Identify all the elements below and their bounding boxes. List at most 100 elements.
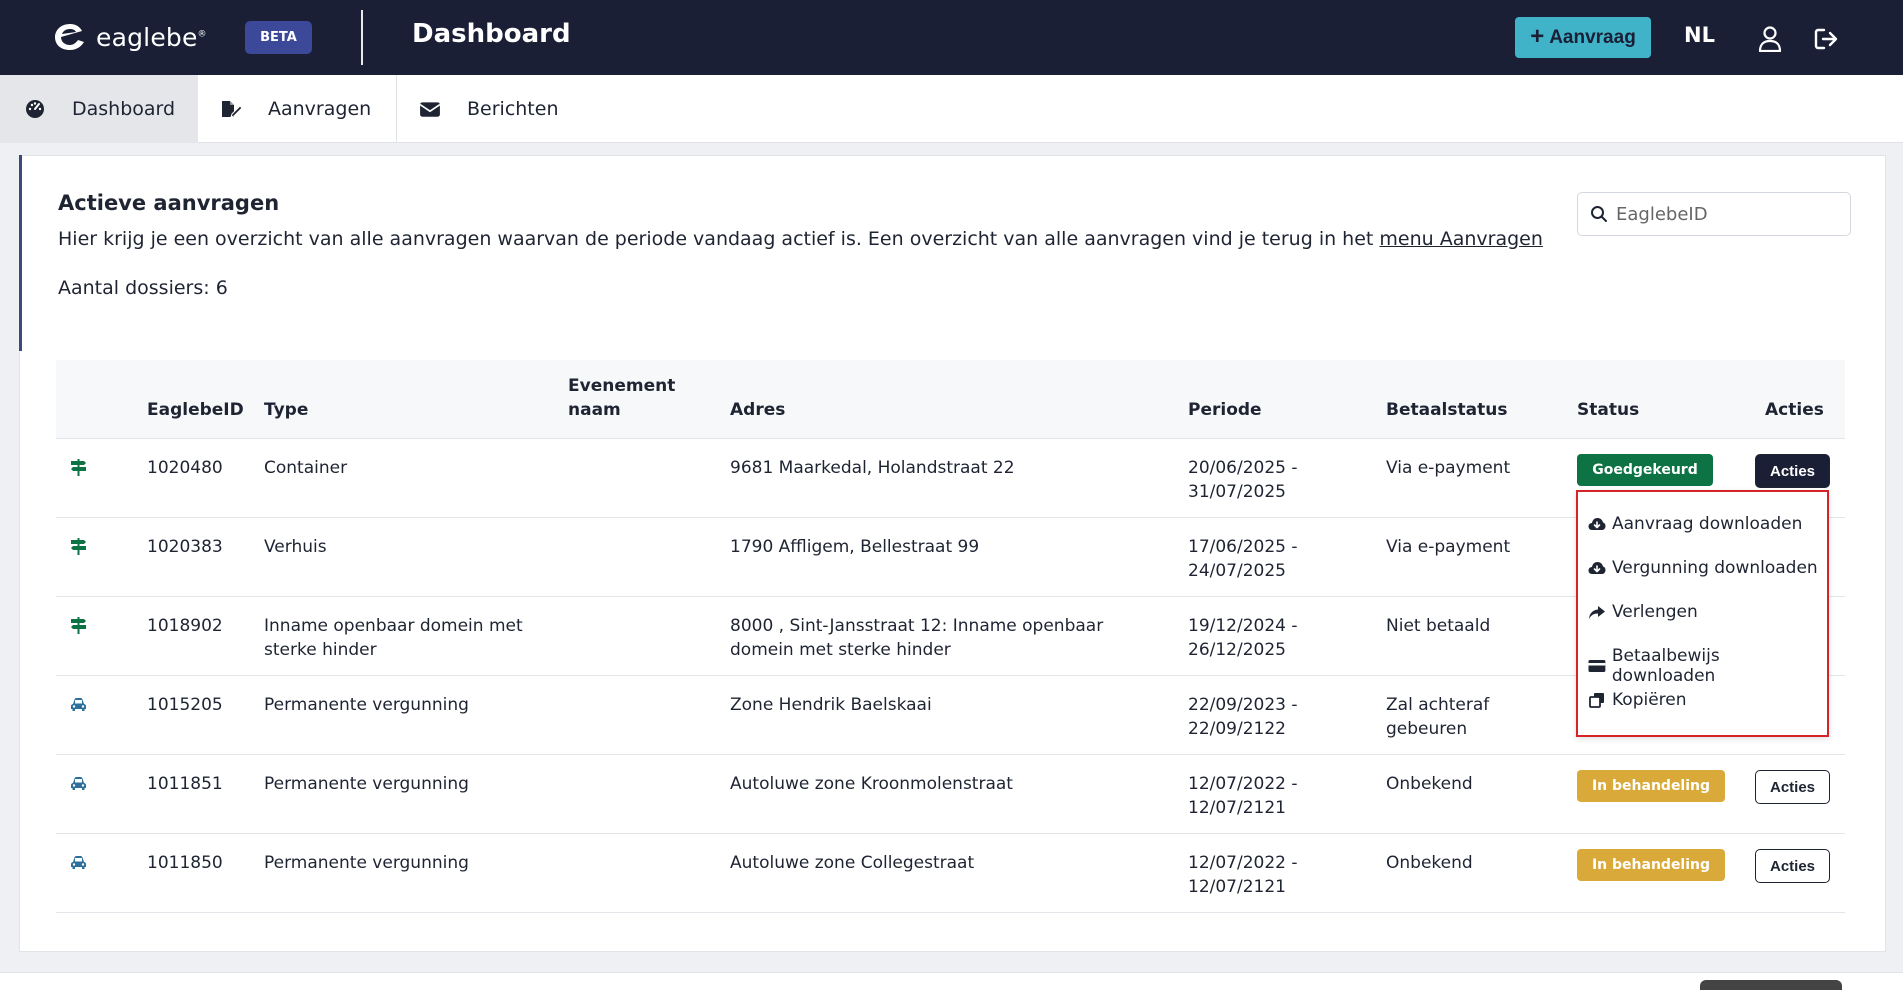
cell-period-line2: 22/09/2122: [1188, 719, 1286, 739]
menu-item-verlengen[interactable]: Verlengen: [1588, 602, 1698, 622]
table-row[interactable]: 1011851 Permanente vergunning Autoluwe zon…: [56, 755, 1845, 834]
actions-button[interactable]: Acties: [1755, 849, 1830, 883]
edit-document-icon: [222, 101, 242, 118]
actions-dropdown-menu: Aanvraag downloaden Vergunning downloade…: [1576, 490, 1829, 737]
cell-address-line1: 1790 Affligem, Bellestraat 99: [730, 537, 980, 557]
card-accent-line: [19, 155, 22, 351]
cell-type: Verhuis: [264, 535, 554, 559]
cell-payment-status: Via e-payment: [1386, 456, 1510, 480]
header-status: Status: [1577, 400, 1640, 420]
cell-period-line1: 12/07/2022 -: [1188, 774, 1298, 794]
logo-text: eaglebe: [96, 22, 198, 52]
language-switcher[interactable]: NL: [1684, 23, 1715, 47]
cell-address: 1790 Affligem, Bellestraat 99: [730, 535, 1170, 559]
tab-dashboard-label: Dashboard: [72, 98, 176, 120]
header-address: Adres: [730, 400, 786, 420]
user-profile-icon[interactable]: [1758, 26, 1782, 52]
cell-eaglebe-id: 1018902: [147, 616, 223, 636]
cell-eaglebe-id: 1011851: [147, 774, 223, 794]
header-event-name-line1: Evenement: [568, 376, 676, 396]
cell-address-line1: Autoluwe zone Collegestraat: [730, 853, 975, 873]
menu-item-betaalbewijs-downloaden[interactable]: Betaalbewijs downloaden: [1588, 646, 1827, 686]
cell-period-line1: 19/12/2024 -: [1188, 616, 1298, 636]
cell-payment-line1: Via e-payment: [1386, 537, 1511, 557]
cell-type: Container: [264, 456, 554, 480]
new-request-label: Aanvraag: [1549, 26, 1636, 48]
tab-berichten-label: Berichten: [467, 98, 559, 120]
menu-aanvragen-link[interactable]: menu Aanvragen: [1379, 228, 1543, 250]
menu-item-vergunning-downloaden[interactable]: Vergunning downloaden: [1588, 558, 1818, 578]
table-row[interactable]: 1011850 Permanente vergunning Autoluwe zon…: [56, 834, 1845, 913]
cell-eaglebe-id: 1020383: [147, 537, 223, 557]
menu-item-label: Aanvraag downloaden: [1612, 514, 1803, 534]
search-input[interactable]: [1616, 203, 1836, 225]
cell-type-line1: Permanente vergunning: [264, 695, 469, 715]
envelope-icon: [419, 102, 441, 117]
menu-item-label: Vergunning downloaden: [1612, 558, 1818, 578]
dashboard-icon: [26, 100, 44, 118]
cell-type-line1: Permanente vergunning: [264, 774, 469, 794]
cell-address-line2: domein met sterke hinder: [730, 640, 951, 660]
scroll-handle[interactable]: [1700, 980, 1842, 990]
cloud-download-icon: [1588, 518, 1606, 530]
actions-button[interactable]: Acties: [1755, 454, 1830, 488]
cell-payment-status: Niet betaald: [1386, 614, 1490, 638]
cell-payment-line1: Zal achteraf: [1386, 695, 1490, 715]
tab-berichten[interactable]: Berichten: [397, 75, 597, 143]
cell-address-line1: 9681 Maarkedal, Holandstraat 22: [730, 458, 1015, 478]
beta-badge: BETA: [245, 21, 312, 54]
search-icon: [1591, 206, 1607, 222]
cell-period: 19/12/2024 - 26/12/2025: [1188, 614, 1298, 662]
header-period: Periode: [1188, 400, 1262, 420]
cell-period-line2: 12/07/2121: [1188, 877, 1286, 897]
cell-payment-line1: Onbekend: [1386, 853, 1473, 873]
cell-period-line1: 20/06/2025 -: [1188, 458, 1298, 478]
tab-bar: Dashboard Aanvragen Berichten: [0, 75, 1903, 143]
status-badge: In behandeling: [1577, 770, 1725, 802]
plus-icon: +: [1530, 22, 1545, 50]
cell-type-line1: Permanente vergunning: [264, 853, 469, 873]
cell-type: Permanente vergunning: [264, 772, 554, 796]
cell-period: 22/09/2023 - 22/09/2122: [1188, 693, 1298, 741]
cell-address-line1: 8000 , Sint-Jansstraat 12: Inname openba…: [730, 616, 1104, 636]
eaglebe-logo-icon: [55, 24, 84, 50]
cell-eaglebe-id: 1015205: [147, 695, 223, 715]
cell-address: 8000 , Sint-Jansstraat 12: Inname openba…: [730, 614, 1170, 662]
eaglebe-logo[interactable]: eaglebe®: [52, 21, 207, 53]
new-request-button[interactable]: + Aanvraag: [1515, 17, 1651, 58]
cell-period-line2: 24/07/2025: [1188, 561, 1286, 581]
cell-payment-status: Zal achteraf gebeuren: [1386, 693, 1489, 741]
card-description: Hier krijg je een overzicht van alle aan…: [58, 228, 1543, 250]
cell-type-line1: Inname openbaar domein met: [264, 616, 523, 636]
cell-period: 20/06/2025 - 31/07/2025: [1188, 456, 1298, 504]
copy-icon: [1589, 693, 1604, 708]
cell-address: Autoluwe zone Collegestraat: [730, 851, 1170, 875]
tab-aanvragen-label: Aanvragen: [268, 98, 372, 120]
menu-item-kopieren[interactable]: Kopiëren: [1588, 690, 1687, 710]
cell-period-line1: 17/06/2025 -: [1188, 537, 1298, 557]
card-title: Actieve aanvragen: [58, 191, 280, 215]
tab-dashboard[interactable]: Dashboard: [0, 75, 198, 143]
cell-type: Inname openbaar domein met sterke hinder: [264, 614, 554, 662]
top-navigation-bar: eaglebe® BETA Dashboard + Aanvraag NL: [0, 0, 1903, 75]
signpost-icon: [70, 459, 87, 476]
page-title: Dashboard: [412, 19, 571, 49]
cell-payment-line1: Via e-payment: [1386, 458, 1511, 478]
cell-address: Zone Hendrik Baelskaai: [730, 693, 1170, 717]
cell-payment-line2: gebeuren: [1386, 719, 1468, 739]
cell-payment-line1: Niet betaald: [1386, 616, 1491, 636]
menu-item-aanvraag-downloaden[interactable]: Aanvraag downloaden: [1588, 514, 1802, 534]
tab-aanvragen[interactable]: Aanvragen: [198, 75, 397, 143]
status-badge: Goedgekeurd: [1577, 454, 1713, 486]
header-eaglebe-id: EaglebeID: [147, 400, 244, 420]
logout-icon[interactable]: [1814, 27, 1840, 51]
car-icon: [70, 696, 87, 713]
header-event-name-line2: naam: [568, 400, 621, 420]
cell-payment-status: Onbekend: [1386, 772, 1473, 796]
eaglebe-id-search[interactable]: [1577, 192, 1851, 236]
cell-period-line1: 22/09/2023 -: [1188, 695, 1298, 715]
actions-button[interactable]: Acties: [1755, 770, 1830, 804]
cell-type-line1: Verhuis: [264, 537, 327, 557]
page-bottom-strip: [0, 972, 1903, 990]
cell-type: Permanente vergunning: [264, 693, 554, 717]
